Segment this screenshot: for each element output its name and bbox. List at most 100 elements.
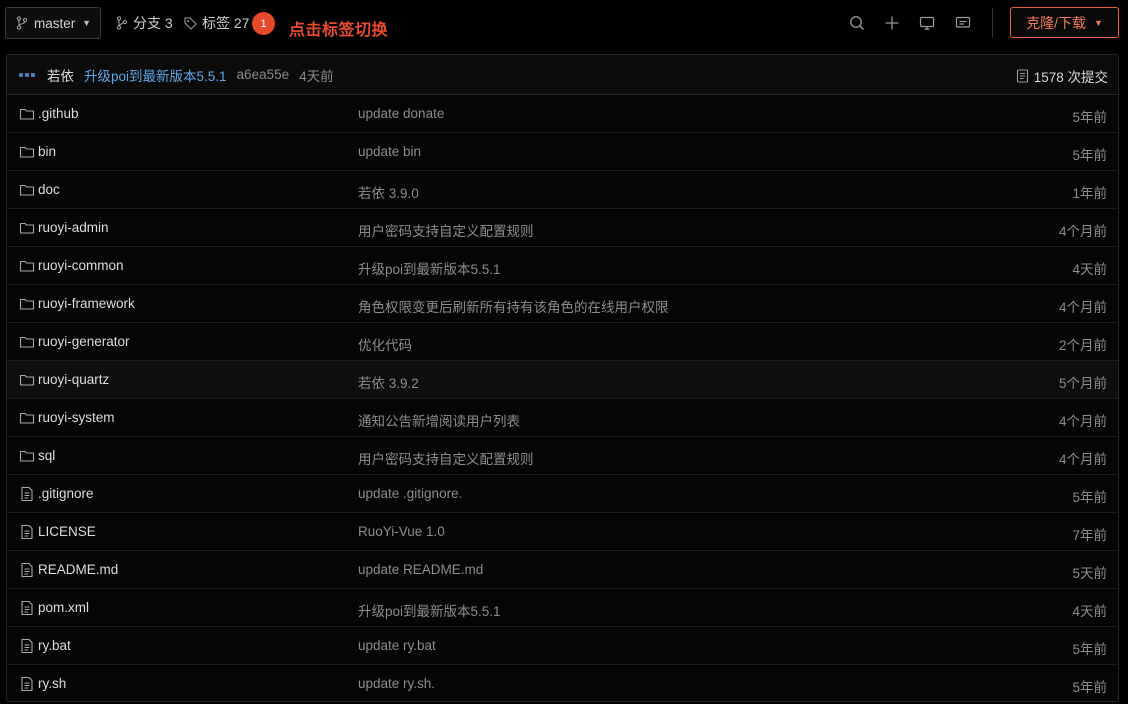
file-name[interactable]: README.md — [38, 562, 118, 577]
file-name[interactable]: ruoyi-admin — [38, 220, 109, 235]
file-name[interactable]: ruoyi-framework — [38, 296, 135, 311]
file-icon — [19, 600, 35, 616]
file-name[interactable]: ruoyi-generator — [38, 334, 130, 349]
clone-download-button[interactable]: 克隆/下载 ▼ — [1010, 7, 1119, 38]
file-commit-message[interactable]: update ry.sh. — [358, 676, 435, 691]
file-commit-time: 4个月前 — [1058, 414, 1107, 429]
toolbar-divider — [992, 8, 993, 38]
web-ide-button[interactable] — [917, 13, 937, 33]
file-name[interactable]: ruoyi-system — [38, 410, 115, 425]
file-commit-message[interactable]: 若依 3.9.2 — [358, 372, 419, 392]
file-row[interactable]: ruoyi-system 通知公告新增阅读用户列表 4个月前 — [7, 399, 1118, 437]
file-commit-time: 5年前 — [1072, 490, 1107, 505]
latest-commit-bar: 若依 升级poi到最新版本5.5.1 a6ea55e 4天前 1578 次提交 — [7, 55, 1118, 95]
file-name[interactable]: ry.bat — [38, 638, 71, 653]
folder-icon — [19, 182, 35, 198]
folder-icon — [19, 144, 35, 160]
file-row[interactable]: doc 若依 3.9.0 1年前 — [7, 171, 1118, 209]
file-row[interactable]: ruoyi-quartz 若依 3.9.2 5个月前 — [7, 361, 1118, 399]
commits-link[interactable]: 1578 次提交 — [1016, 66, 1108, 86]
file-commit-time: 5天前 — [1072, 566, 1107, 581]
folder-icon — [19, 258, 35, 274]
file-name[interactable]: pom.xml — [38, 600, 89, 615]
file-commit-time: 4个月前 — [1058, 224, 1107, 239]
branch-select[interactable]: master ▼ — [5, 7, 101, 39]
file-commit-time: 4个月前 — [1058, 452, 1107, 467]
file-row[interactable]: ruoyi-framework 角色权限变更后刷新所有持有该角色的在线用户权限 4个… — [7, 285, 1118, 323]
file-name[interactable]: .github — [38, 106, 79, 121]
commit-message[interactable]: 升级poi到最新版本5.5.1 — [84, 65, 227, 85]
tags-link[interactable]: 标签 27 — [184, 13, 249, 33]
file-row[interactable]: sql 用户密码支持自定义配置规则 4个月前 — [7, 437, 1118, 475]
repo-toolbar: master ▼ 分支 3 标签 27 1 点击标签切换 克隆/下载 ▼ — [0, 0, 1128, 46]
tags-count: 标签 27 — [202, 15, 250, 31]
file-commit-message[interactable]: 通知公告新增阅读用户列表 — [358, 410, 520, 430]
file-row[interactable]: ry.sh update ry.sh. 5年前 — [7, 665, 1118, 701]
branches-count: 分支 3 — [133, 15, 173, 31]
commit-hash[interactable]: a6ea55e — [237, 67, 290, 82]
file-commit-time: 2个月前 — [1058, 338, 1107, 353]
file-commit-message[interactable]: update README.md — [358, 562, 483, 577]
file-row[interactable]: .gitignore update .gitignore. 5年前 — [7, 475, 1118, 513]
comment-icon — [955, 16, 971, 28]
file-row[interactable]: ruoyi-common 升级poi到最新版本5.5.1 4天前 — [7, 247, 1118, 285]
file-commit-time: 7年前 — [1072, 528, 1107, 543]
file-commit-message[interactable]: 升级poi到最新版本5.5.1 — [358, 600, 501, 620]
git-fork-icon — [116, 16, 128, 30]
file-commit-message[interactable]: update bin — [358, 144, 421, 159]
commit-time: 4天前 — [299, 68, 334, 84]
commit-count: 1578 次提交 — [1033, 70, 1108, 85]
chevron-down-icon: ▼ — [1093, 17, 1103, 28]
annotation-text: 点击标签切换 — [289, 22, 389, 39]
branches-link[interactable]: 分支 3 — [116, 13, 173, 33]
file-name[interactable]: LICENSE — [38, 524, 96, 539]
file-commit-message[interactable]: 用户密码支持自定义配置规则 — [358, 220, 534, 240]
folder-icon — [19, 220, 35, 236]
file-commit-time: 5个月前 — [1058, 376, 1107, 391]
folder-icon — [19, 372, 35, 388]
file-name[interactable]: ry.sh — [38, 676, 66, 691]
file-commit-time: 5年前 — [1072, 680, 1107, 695]
file-commit-message[interactable]: update .gitignore. — [358, 486, 462, 501]
file-row[interactable]: bin update bin 5年前 — [7, 133, 1118, 171]
avatar[interactable] — [19, 71, 37, 79]
file-icon — [19, 562, 35, 578]
branch-name: master — [34, 15, 76, 31]
file-commit-message[interactable]: RuoYi-Vue 1.0 — [358, 524, 445, 539]
file-commit-message[interactable]: 升级poi到最新版本5.5.1 — [358, 258, 501, 278]
file-icon — [19, 638, 35, 654]
file-commit-message[interactable]: update ry.bat — [358, 638, 436, 653]
step-badge: 1 — [252, 12, 275, 35]
search-icon — [850, 16, 864, 30]
file-name[interactable]: .gitignore — [38, 486, 94, 501]
file-name[interactable]: doc — [38, 182, 60, 197]
file-row[interactable]: pom.xml 升级poi到最新版本5.5.1 4天前 — [7, 589, 1118, 627]
file-icon — [19, 676, 35, 692]
file-name[interactable]: sql — [38, 448, 55, 463]
file-name[interactable]: ruoyi-common — [38, 258, 124, 273]
search-button[interactable] — [847, 13, 867, 33]
file-row[interactable]: .github update donate 5年前 — [7, 95, 1118, 133]
file-row[interactable]: ry.bat update ry.bat 5年前 — [7, 627, 1118, 665]
file-name[interactable]: bin — [38, 144, 56, 159]
file-commit-message[interactable]: 用户密码支持自定义配置规则 — [358, 448, 534, 468]
file-row[interactable]: LICENSE RuoYi-Vue 1.0 7年前 — [7, 513, 1118, 551]
file-commit-message[interactable]: 优化代码 — [358, 334, 412, 354]
file-commit-time: 5年前 — [1072, 642, 1107, 657]
file-row[interactable]: ruoyi-generator 优化代码 2个月前 — [7, 323, 1118, 361]
file-commit-time: 5年前 — [1072, 148, 1107, 163]
file-commit-message[interactable]: 角色权限变更后刷新所有持有该角色的在线用户权限 — [358, 296, 669, 316]
file-commit-time: 4天前 — [1072, 604, 1107, 619]
comment-button[interactable] — [953, 13, 973, 33]
file-commit-message[interactable]: 若依 3.9.0 — [358, 182, 419, 202]
file-name[interactable]: ruoyi-quartz — [38, 372, 109, 387]
commit-list-icon — [1016, 69, 1028, 83]
add-button[interactable] — [882, 13, 902, 33]
file-row[interactable]: README.md update README.md 5天前 — [7, 551, 1118, 589]
file-row[interactable]: ruoyi-admin 用户密码支持自定义配置规则 4个月前 — [7, 209, 1118, 247]
file-commit-time: 4天前 — [1072, 262, 1107, 277]
folder-icon — [19, 106, 35, 122]
commit-author[interactable]: 若依 — [47, 65, 74, 85]
file-list-panel: 若依 升级poi到最新版本5.5.1 a6ea55e 4天前 1578 次提交 … — [6, 54, 1119, 702]
file-commit-message[interactable]: update donate — [358, 106, 444, 121]
